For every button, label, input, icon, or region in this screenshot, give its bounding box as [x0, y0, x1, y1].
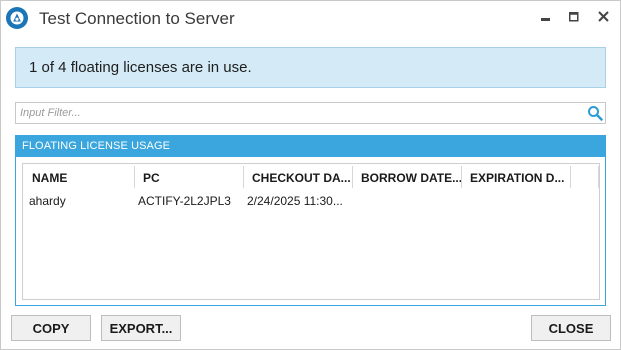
- cell-name: ahardy: [29, 194, 66, 208]
- maximize-button[interactable]: [561, 7, 587, 29]
- column-header-expiration-date[interactable]: EXPIRATION D...: [461, 164, 570, 188]
- window-close-button[interactable]: [590, 7, 616, 29]
- minimize-icon: [541, 9, 551, 27]
- panel-title: FLOATING LICENSE USAGE: [22, 140, 171, 152]
- column-header-name[interactable]: NAME: [23, 164, 134, 188]
- export-button[interactable]: EXPORT...: [101, 315, 181, 341]
- column-header-checkout-date[interactable]: CHECKOUT DA...: [243, 164, 352, 188]
- column-divider: [598, 166, 599, 188]
- close-button[interactable]: CLOSE: [531, 315, 611, 341]
- close-icon: [597, 9, 609, 27]
- input-filter[interactable]: [15, 102, 606, 124]
- filter-input[interactable]: [20, 104, 580, 122]
- copy-button[interactable]: COPY: [11, 315, 91, 341]
- dialog-window: Test Connection to Server 1 of 4 floatin…: [0, 0, 621, 350]
- actify-logo-icon: [5, 6, 29, 30]
- window-title: Test Connection to Server: [39, 9, 235, 28]
- panel-header: FLOATING LICENSE USAGE: [16, 136, 605, 157]
- minimize-button[interactable]: [533, 7, 559, 29]
- column-header-pc[interactable]: PC: [134, 164, 244, 188]
- maximize-icon: [569, 9, 579, 27]
- cell-checkout-date: 2/24/2025 11:30...: [247, 194, 343, 208]
- column-header-borrow-date[interactable]: BORROW DATE...: [352, 164, 461, 188]
- search-icon[interactable]: [587, 105, 603, 121]
- cell-pc: ACTIFY-2L2JPL3: [138, 194, 231, 208]
- title-bar[interactable]: Test Connection to Server: [1, 1, 620, 37]
- license-status-banner: 1 of 4 floating licenses are in use.: [15, 47, 606, 88]
- license-status-text: 1 of 4 floating licenses are in use.: [29, 59, 252, 76]
- license-usage-table[interactable]: NAME PC CHECKOUT DA... BORROW DATE... EX…: [22, 163, 600, 300]
- floating-license-usage-panel: FLOATING LICENSE USAGE NAME PC CHECKOUT …: [15, 135, 606, 306]
- column-divider[interactable]: [570, 166, 571, 188]
